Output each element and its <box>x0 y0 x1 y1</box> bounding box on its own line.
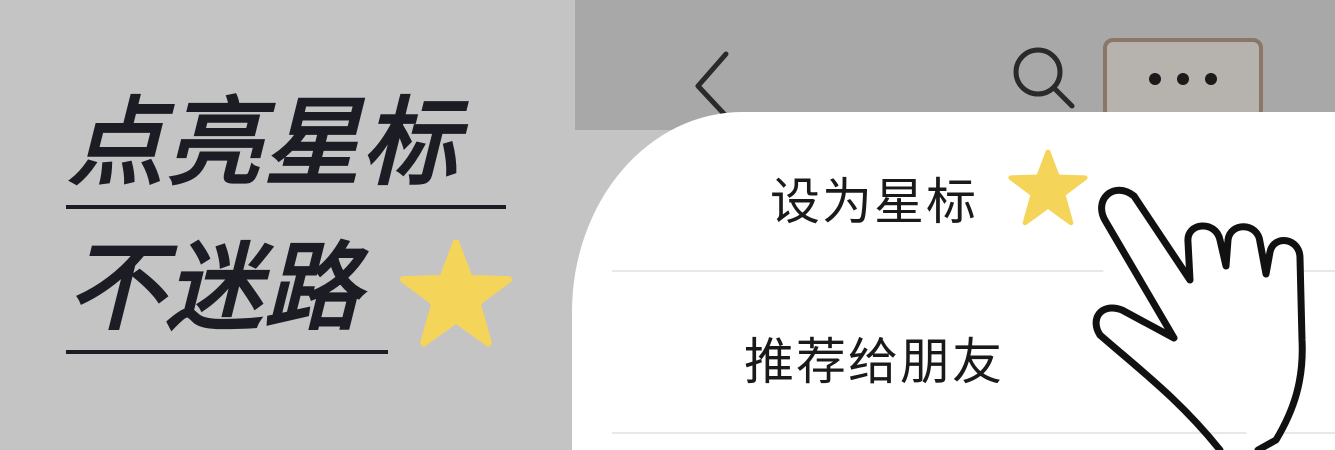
pointing-hand-icon <box>1092 186 1306 450</box>
more-button[interactable] <box>1103 38 1263 120</box>
slogan-line-2: 不迷路 <box>68 231 362 344</box>
slogan-underline-2 <box>66 350 388 354</box>
promo-banner: 点亮星标 不迷路 设为星标 推荐给朋友 <box>0 0 1335 450</box>
menu-item-label: 设为星标 <box>770 173 978 231</box>
chevron-left-icon[interactable] <box>688 48 738 120</box>
slogan-line-1: 点亮星标 <box>68 86 460 199</box>
menu-item-label: 推荐给朋友 <box>744 333 1004 391</box>
star-icon <box>400 240 512 347</box>
more-dots-icon <box>1149 73 1217 85</box>
slogan-underline-1 <box>66 205 506 209</box>
search-icon[interactable] <box>1008 42 1078 112</box>
